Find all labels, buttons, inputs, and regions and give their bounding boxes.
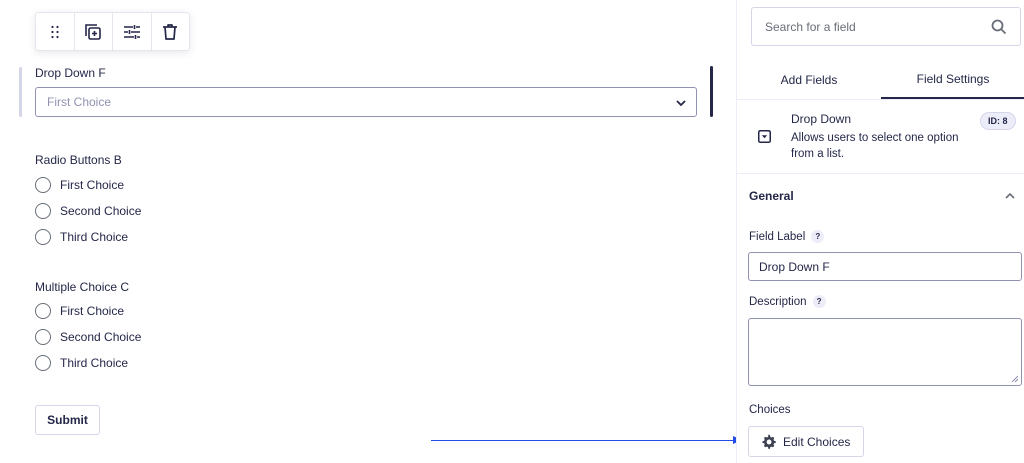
settings-sidebar: Search for a field Add Fields Field Sett… [736,0,1024,463]
radio-option-label: Third Choice [60,230,129,244]
tab-add-fields[interactable]: Add Fields [737,60,881,99]
radio-button[interactable] [35,203,51,219]
field-label-setting-text: Field Label [749,230,806,243]
field-id-badge: ID: 8 [980,112,1016,130]
field-label-input[interactable]: Drop Down F [748,252,1022,281]
drag-handle-button[interactable] [36,13,75,50]
choices-setting-label: Choices [749,404,791,416]
choice-option-label: Second Choice [60,330,142,344]
choice-option-label: First Choice [60,304,125,318]
choice-option-label: Third Choice [60,356,129,370]
help-icon[interactable]: ? [811,230,825,243]
general-section-toggle[interactable]: General [737,175,1024,215]
field-settings-button[interactable] [113,13,152,50]
selection-indicator-left [19,67,22,117]
choice-radio[interactable] [35,303,51,319]
dropdown-placeholder: First Choice [47,95,112,109]
duplicate-button[interactable] [75,13,113,50]
choice-option[interactable]: Second Choice [35,329,141,345]
dropdown-field-icon [758,130,771,143]
field-type-description: Allows users to select one option from a… [791,132,959,160]
annotation-arrow-line [431,440,734,441]
search-placeholder: Search for a field [765,19,856,34]
search-icon [991,19,1007,35]
multiple-choice-label: Multiple Choice C [35,280,130,294]
drag-handle-icon [51,25,59,38]
radio-option-label: First Choice [60,178,125,192]
radio-button[interactable] [35,177,51,193]
radio-option[interactable]: Second Choice [35,203,141,219]
radio-group-label: Radio Buttons B [35,153,122,167]
trash-icon [163,23,178,40]
field-toolbar [35,12,190,51]
field-search-input[interactable]: Search for a field [751,7,1021,46]
help-icon[interactable]: ? [812,295,826,308]
description-setting-label: Description ? [749,295,826,308]
selection-indicator-right [710,66,713,117]
chevron-up-icon [1005,192,1015,199]
duplicate-icon [85,23,102,40]
field-type-title: Drop Down [791,112,852,126]
field-label-value: Drop Down F [759,259,830,274]
form-canvas: Drop Down F First Choice Radio Buttons B… [0,0,742,463]
delete-button[interactable] [152,13,190,50]
sidebar-tabs: Add Fields Field Settings [737,60,1024,100]
choice-radio[interactable] [35,355,51,371]
choice-option[interactable]: Third Choice [35,355,128,371]
dropdown-select[interactable]: First Choice [35,87,697,117]
chevron-down-icon [676,100,686,107]
radio-button[interactable] [35,229,51,245]
settings-sliders-icon [123,24,140,39]
gear-icon [761,434,776,449]
choice-option[interactable]: First Choice [35,303,124,319]
resize-grip-icon[interactable] [1011,375,1019,383]
description-setting-text: Description [749,295,807,308]
field-label-setting-label: Field Label ? [749,230,825,243]
edit-choices-label: Edit Choices [783,434,851,449]
choice-radio[interactable] [35,329,51,345]
radio-option-label: Second Choice [60,204,142,218]
radio-option[interactable]: First Choice [35,177,124,193]
edit-choices-button[interactable]: Edit Choices [748,426,864,457]
tab-field-settings[interactable]: Field Settings [881,60,1024,99]
dropdown-field-label: Drop Down F [35,66,106,80]
description-textarea[interactable] [748,318,1022,386]
submit-button[interactable]: Submit [35,405,100,435]
radio-option[interactable]: Third Choice [35,229,128,245]
section-title: General [749,189,794,203]
field-info-panel: Drop Down Allows users to select one opt… [737,100,1024,174]
